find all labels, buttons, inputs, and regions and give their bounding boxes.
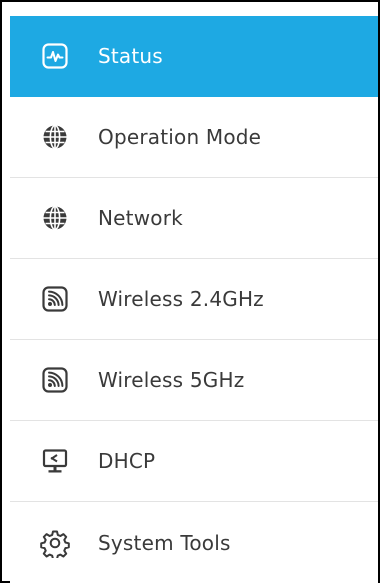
sidebar-item-dhcp[interactable]: DHCP [10, 421, 378, 502]
sidebar-item-label: Network [98, 206, 183, 230]
sidebar-item-label: Wireless 2.4GHz [98, 287, 264, 311]
gear-icon [40, 528, 70, 558]
wireless-icon [40, 365, 70, 395]
globe-icon [40, 203, 70, 233]
sidebar-item-wireless-2-4ghz[interactable]: Wireless 2.4GHz [10, 259, 378, 340]
sidebar-item-status[interactable]: Status [10, 16, 378, 97]
dhcp-monitor-icon [40, 446, 70, 476]
sidebar-item-label: Operation Mode [98, 125, 262, 149]
sidebar-item-label: System Tools [98, 530, 231, 555]
sidebar-item-system-tools[interactable]: System Tools [10, 502, 378, 583]
sidebar-item-label: Wireless 5GHz [98, 368, 245, 392]
sidebar-menu: Status Operation Mode Network Wireless 2… [10, 16, 378, 583]
wireless-icon [40, 284, 70, 314]
globe-icon [40, 122, 70, 152]
sidebar-item-wireless-5ghz[interactable]: Wireless 5GHz [10, 340, 378, 421]
sidebar-item-label: Status [98, 44, 163, 68]
sidebar-item-operation-mode[interactable]: Operation Mode [10, 97, 378, 178]
activity-monitor-icon [40, 41, 70, 71]
sidebar-item-network[interactable]: Network [10, 178, 378, 259]
navigation-panel: Status Operation Mode Network Wireless 2… [0, 0, 380, 583]
sidebar-item-label: DHCP [98, 449, 156, 473]
